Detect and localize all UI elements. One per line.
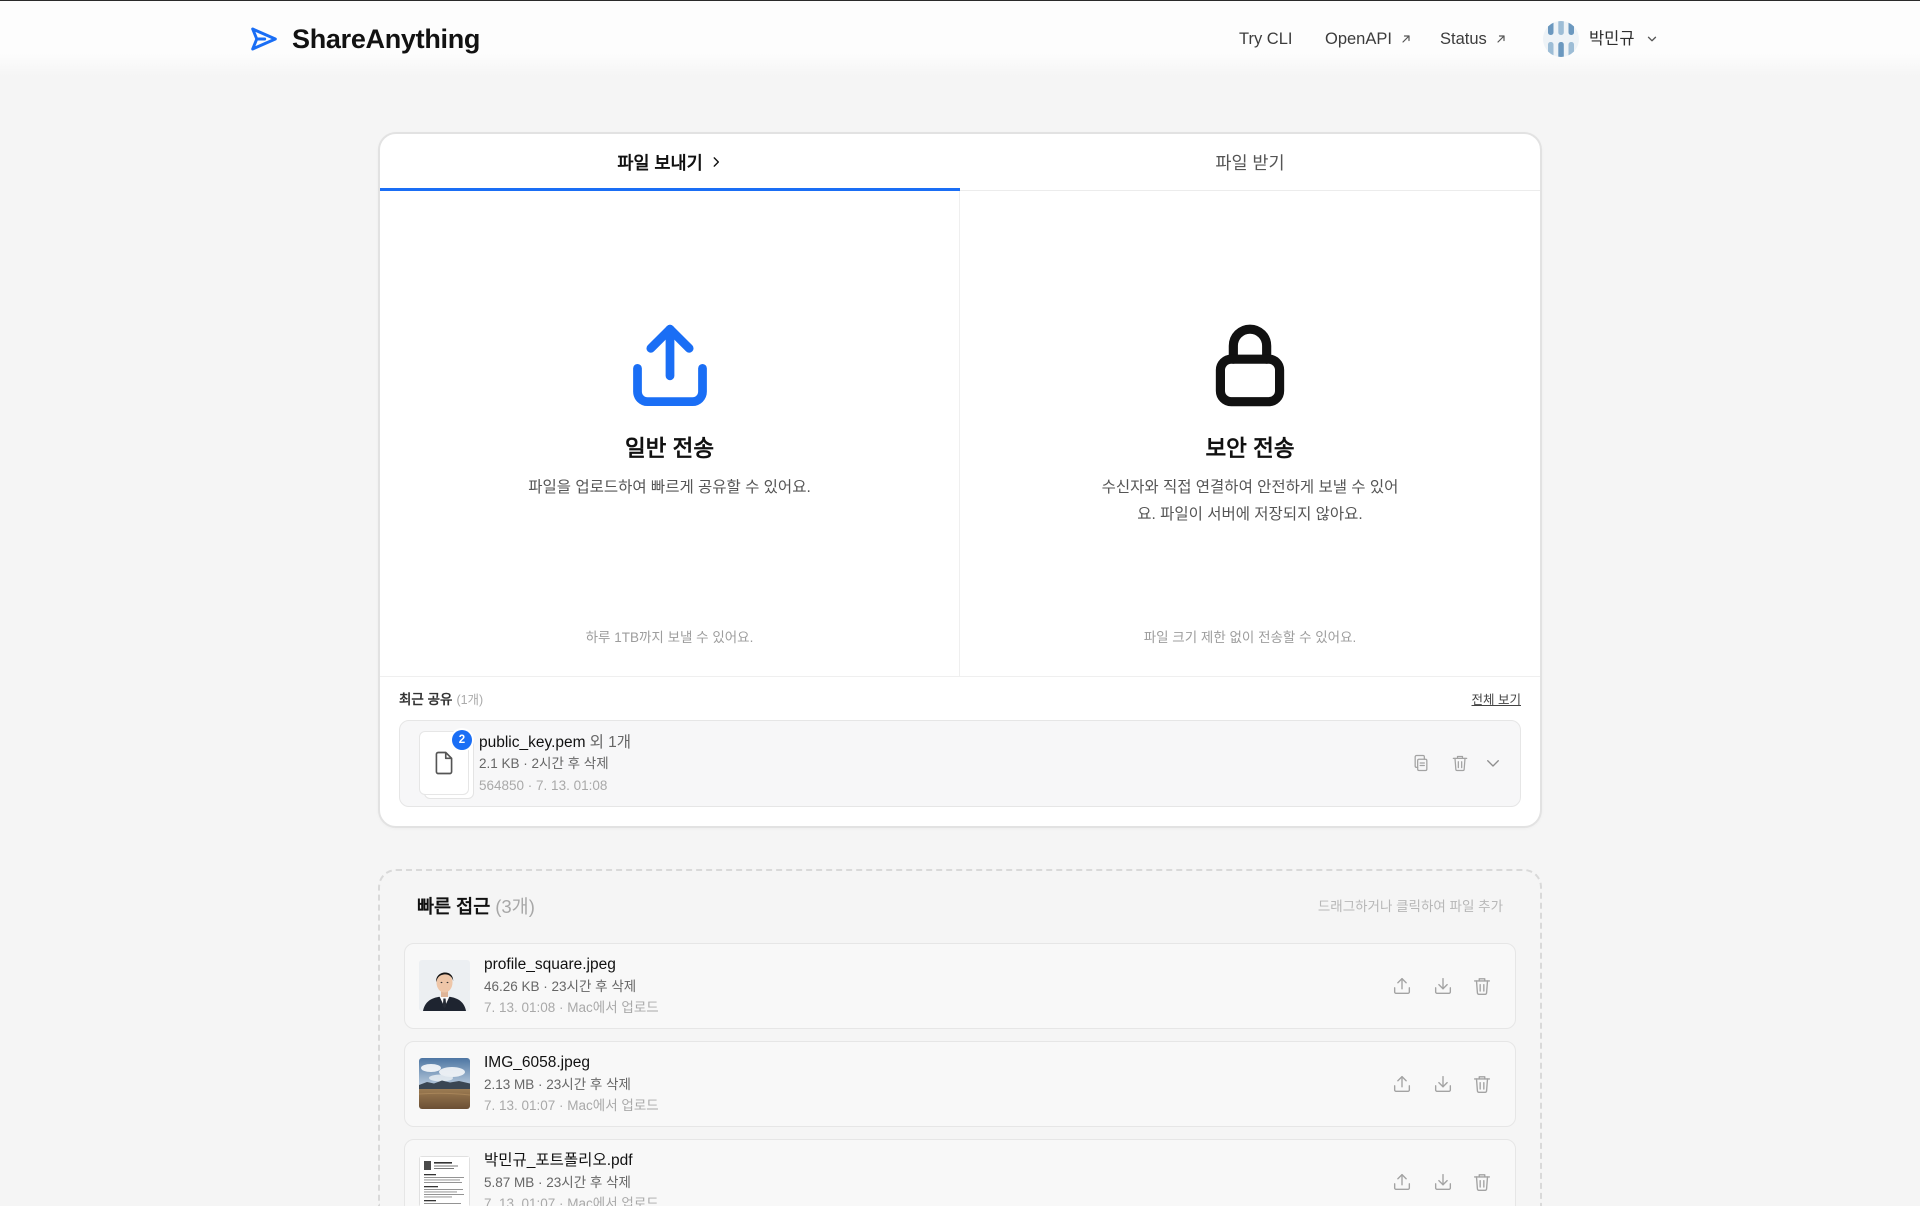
- tab-send-files[interactable]: 파일 보내기: [380, 134, 960, 191]
- additional-files: 외 1개: [589, 734, 632, 751]
- file-name: IMG_6058.jpeg: [484, 1054, 590, 1071]
- recent-title: 최근 공유: [399, 692, 453, 707]
- trash-icon[interactable]: [1471, 1073, 1493, 1095]
- recent-count: (1개): [456, 693, 484, 707]
- share-file-name: public_key.pem 외 1개: [479, 732, 631, 754]
- trash-icon[interactable]: [1450, 753, 1470, 773]
- portrait-photo-thumbnail: [419, 960, 470, 1011]
- transfer-tabs: 파일 보내기 파일 받기: [380, 134, 1540, 191]
- document-icon: [430, 749, 458, 777]
- download-icon[interactable]: [1432, 1171, 1454, 1193]
- file-count-badge: 2: [452, 730, 472, 750]
- secure-transfer-option[interactable]: 보안 전송 수신자와 직접 연결하여 안전하게 보낼 수 있어요. 파일이 서버…: [960, 191, 1540, 676]
- view-all-link[interactable]: 전체 보기: [1472, 690, 1521, 710]
- option-title: 일반 전송: [624, 436, 715, 461]
- standard-transfer-option[interactable]: 일반 전송 파일을 업로드하여 빠르게 공유할 수 있어요. 하루 1TB까지 …: [380, 191, 960, 676]
- upload-icon[interactable]: [1391, 1171, 1413, 1193]
- upload-icon[interactable]: [1391, 975, 1413, 997]
- avatar[interactable]: [1543, 21, 1579, 57]
- nav-label: Status: [1440, 30, 1487, 48]
- option-title: 보안 전송: [1205, 436, 1295, 461]
- tab-receive-files[interactable]: 파일 받기: [960, 134, 1540, 190]
- pdf-page-thumbnail: [419, 1156, 470, 1206]
- share-code-date: 564850 · 7. 13. 01:08: [479, 778, 608, 793]
- nav-status-link[interactable]: Status: [1440, 28, 1507, 50]
- file-upload-info: 7. 13. 01:07 · Mac에서 업로드: [484, 1098, 659, 1113]
- nav-try-cli[interactable]: Try CLI: [1239, 28, 1292, 50]
- option-description: 수신자와 직접 연결하여 안전하게 보낼 수 있어요. 파일이 서버에 저장되지…: [1101, 479, 1399, 523]
- chevron-right-icon: [709, 155, 723, 169]
- quick-access-dropzone[interactable]: 빠른 접근 (3개) 드래그하거나 클릭하여 파일 추가 profile_squa…: [378, 869, 1542, 1206]
- recent-shares-heading: 최근 공유 (1개): [399, 690, 483, 710]
- nav-openapi-link[interactable]: OpenAPI: [1325, 28, 1412, 50]
- dropzone-hint: 드래그하거나 클릭하여 파일 추가: [1317, 899, 1503, 914]
- file-upload-info: 7. 13. 01:07 · Mac에서 업로드: [484, 1196, 659, 1206]
- quick-access-item[interactable]: 박민규_포트폴리오.pdf 5.87 MB · 23시간 후 삭제 7. 13.…: [404, 1139, 1516, 1206]
- copy-icon[interactable]: [1411, 753, 1431, 773]
- chevron-down-icon[interactable]: [1484, 754, 1502, 772]
- user-name[interactable]: 박민규: [1589, 28, 1635, 50]
- share-meta: 2.1 KB · 2시간 후 삭제: [479, 756, 609, 771]
- brand-logo-link[interactable]: ShareAnything: [248, 22, 480, 56]
- transfer-card: 파일 보내기 파일 받기 일반 전송 파일을 업로드하여 빠르게 공유할 수 있…: [378, 132, 1542, 828]
- option-note: 하루 1TB까지 보낼 수 있어요.: [585, 630, 754, 645]
- lock-icon: [1200, 315, 1300, 415]
- external-link-icon: [1400, 33, 1412, 45]
- quick-access-item[interactable]: profile_square.jpeg 46.26 KB · 23시간 후 삭제…: [404, 943, 1516, 1029]
- quick-access-title: 빠른 접근: [417, 896, 491, 917]
- upload-icon: [620, 315, 720, 415]
- external-link-icon: [1495, 33, 1507, 45]
- brand-name: ShareAnything: [292, 24, 481, 54]
- tab-label: 파일 보내기: [617, 152, 703, 173]
- download-icon[interactable]: [1432, 975, 1454, 997]
- file-meta: 5.87 MB · 23시간 후 삭제: [484, 1175, 631, 1190]
- file-meta: 46.26 KB · 23시간 후 삭제: [484, 979, 637, 994]
- quick-access-count: (3개): [495, 896, 535, 917]
- option-description: 파일을 업로드하여 빠르게 공유할 수 있어요.: [528, 479, 811, 496]
- chevron-down-icon[interactable]: [1645, 32, 1659, 46]
- file-name: 박민규_포트폴리오.pdf: [484, 1152, 633, 1169]
- tab-label: 파일 받기: [1215, 152, 1285, 173]
- trash-icon[interactable]: [1471, 975, 1493, 997]
- quick-access-heading: 빠른 접근 (3개): [417, 895, 535, 919]
- option-note: 파일 크기 제한 없이 전송할 수 있어요.: [1143, 630, 1357, 645]
- nav-label: Try CLI: [1239, 30, 1293, 48]
- file-name: public_key.pem: [479, 734, 586, 751]
- send-options: 일반 전송 파일을 업로드하여 빠르게 공유할 수 있어요. 하루 1TB까지 …: [380, 191, 1540, 677]
- download-icon[interactable]: [1432, 1073, 1454, 1095]
- nav-label: OpenAPI: [1325, 30, 1392, 48]
- file-upload-info: 7. 13. 01:08 · Mac에서 업로드: [484, 1000, 659, 1015]
- file-meta: 2.13 MB · 23시간 후 삭제: [484, 1077, 631, 1092]
- landscape-photo-thumbnail: [419, 1058, 470, 1109]
- paper-plane-icon: [248, 23, 280, 55]
- file-name: profile_square.jpeg: [484, 956, 616, 973]
- upload-icon[interactable]: [1391, 1073, 1413, 1095]
- top-header: ShareAnything Try CLI OpenAPI Status 박민규: [0, 1, 1920, 76]
- quick-access-item[interactable]: IMG_6058.jpeg 2.13 MB · 23시간 후 삭제 7. 13.…: [404, 1041, 1516, 1127]
- recent-share-item[interactable]: 2 public_key.pem 외 1개 2.1 KB · 2시간 후 삭제 5…: [399, 720, 1521, 807]
- trash-icon[interactable]: [1471, 1171, 1493, 1193]
